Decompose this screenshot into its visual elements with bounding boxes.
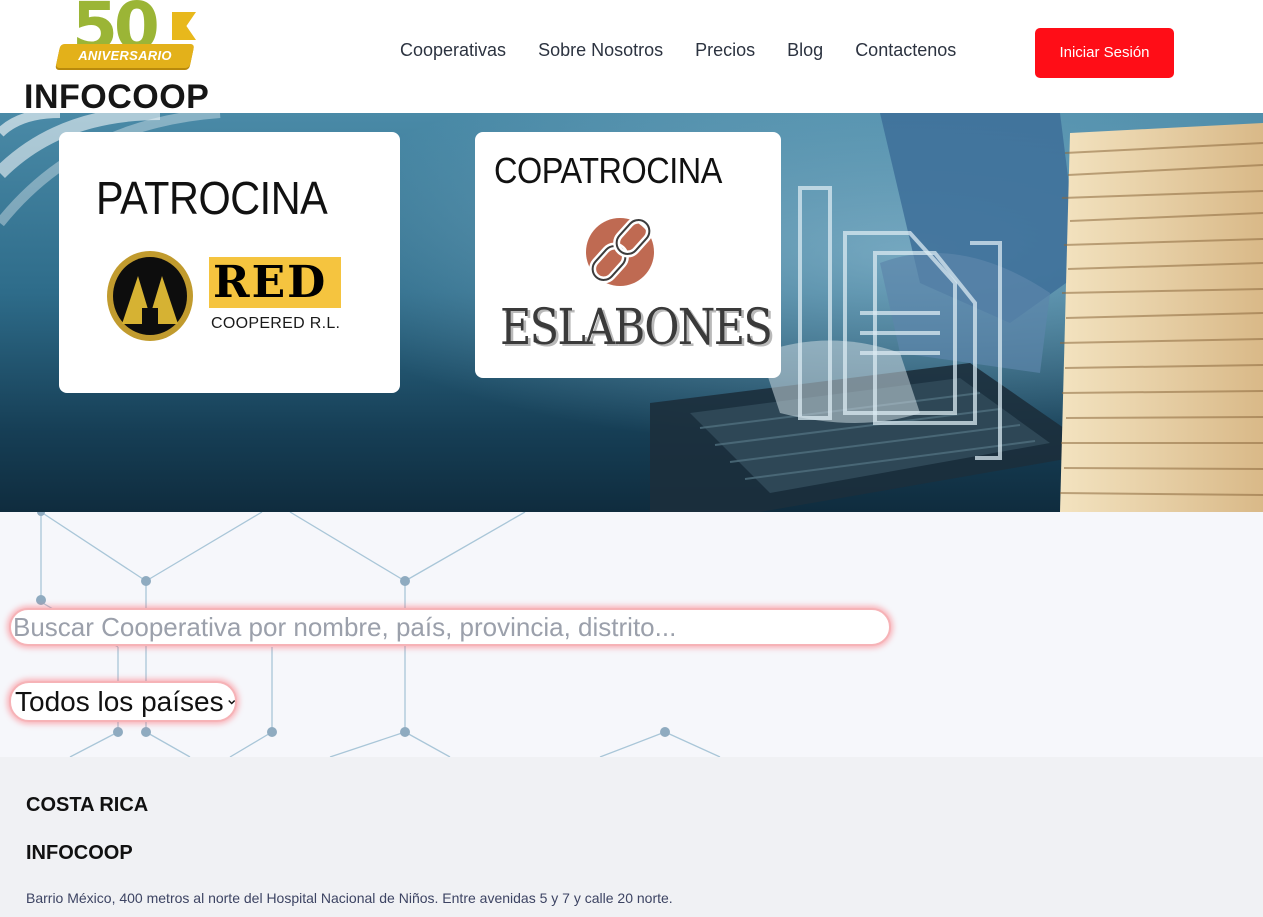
chevron-down-icon — [227, 699, 235, 705]
chain-link-icon — [586, 216, 654, 286]
logo-ribbon: ANIVERSARIO — [55, 44, 195, 68]
cosponsor-title: COPATROCINA — [494, 150, 722, 191]
site-header: 50 ANIVERSARIO INFOCOOP Cooperativas Sob… — [0, 0, 1263, 116]
nav-link-cooperativas[interactable]: Cooperativas — [400, 40, 506, 61]
logo-ribbon-tail — [172, 12, 196, 40]
nav-link-precios[interactable]: Precios — [695, 40, 755, 61]
nav-link-blog[interactable]: Blog — [787, 40, 823, 61]
sponsor-card[interactable]: PATROCINA RED COOPERED R.L. — [59, 132, 400, 393]
sponsor-title: PATROCINA — [96, 172, 328, 224]
infocoop-50-aniversario-logo[interactable]: 50 ANIVERSARIO INFOCOOP — [22, 0, 232, 116]
country-select-value: Todos los países — [15, 685, 224, 717]
search-section: Todos los países — [0, 512, 1263, 757]
eslabones-wordmark: ESLABONES — [500, 298, 773, 356]
coopered-emblem-icon — [107, 251, 193, 341]
footer-country-heading: COSTA RICA — [26, 794, 149, 816]
nav-link-sobre-nosotros[interactable]: Sobre Nosotros — [538, 40, 663, 61]
coopered-subtitle: COOPERED R.L. — [211, 315, 341, 332]
footer-org-heading: INFOCOOP — [26, 842, 133, 864]
cosponsor-card[interactable]: COPATROCINA ESLABONES — [475, 132, 781, 378]
login-button[interactable]: Iniciar Sesión — [1035, 28, 1174, 78]
cooperative-search-input[interactable] — [9, 608, 891, 646]
coopered-wordmark: RED — [209, 257, 341, 308]
country-select[interactable]: Todos los países — [9, 681, 237, 722]
site-footer: COSTA RICA INFOCOOP Barrio México, 400 m… — [0, 757, 1263, 917]
logo-wordmark: INFOCOOP — [24, 78, 210, 116]
main-nav: Cooperativas Sobre Nosotros Precios Blog… — [400, 40, 956, 61]
hero-banner: PATROCINA RED COOPERED R.L. COPATROCINA … — [0, 113, 1263, 512]
logo-anniversary-label: ANIVERSARIO — [78, 48, 172, 63]
nav-link-contactenos[interactable]: Contactenos — [855, 40, 956, 61]
footer-address: Barrio México, 400 metros al norte del H… — [26, 890, 673, 906]
